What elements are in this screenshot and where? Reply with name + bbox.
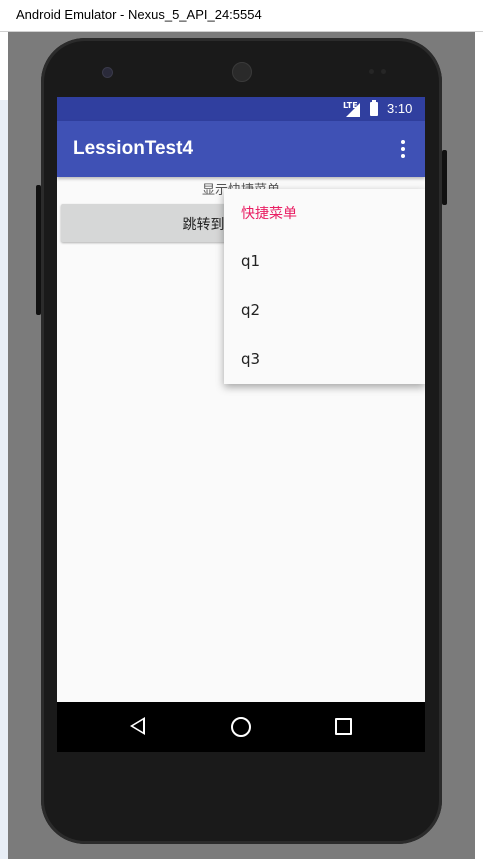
menu-item-q2[interactable]: q2: [224, 287, 425, 336]
menu-item-q3[interactable]: q3: [224, 336, 425, 385]
window-title: Android Emulator - Nexus_5_API_24:5554: [16, 7, 262, 22]
menu-header: 快捷菜单: [224, 189, 425, 238]
overflow-menu-icon[interactable]: [391, 137, 415, 161]
desktop-background: [0, 100, 8, 859]
front-camera-icon: [102, 67, 113, 78]
phone-screen: LTE 3:10 LessionTest4 显示快捷菜单 跳转到 快捷菜单 q1…: [57, 97, 425, 752]
home-icon[interactable]: [231, 717, 251, 737]
power-button[interactable]: [36, 185, 41, 315]
menu-item-label: q2: [241, 301, 261, 319]
menu-item-label: q3: [241, 350, 261, 368]
volume-button[interactable]: [442, 150, 447, 205]
battery-icon: [370, 100, 378, 116]
status-time: 3:10: [387, 101, 413, 116]
sensor-icon: [369, 69, 374, 74]
menu-header-label: 快捷菜单: [241, 206, 297, 222]
app-title: LessionTest4: [73, 138, 194, 159]
popup-menu: 快捷菜单 q1 q2 q3: [224, 189, 425, 384]
navigation-bar: [57, 702, 425, 752]
window-frame-right: [475, 32, 483, 859]
app-bar: LessionTest4: [57, 121, 425, 177]
recents-icon[interactable]: [335, 718, 352, 735]
back-icon[interactable]: [130, 717, 145, 735]
status-bar: LTE 3:10: [57, 97, 425, 121]
speaker-icon: [232, 62, 252, 82]
sensor-icon: [381, 69, 386, 74]
emulator-title-bar: Android Emulator - Nexus_5_API_24:5554: [0, 0, 483, 32]
menu-item-q1[interactable]: q1: [224, 238, 425, 287]
menu-item-label: q1: [241, 252, 261, 270]
signal-icon: [346, 103, 360, 117]
